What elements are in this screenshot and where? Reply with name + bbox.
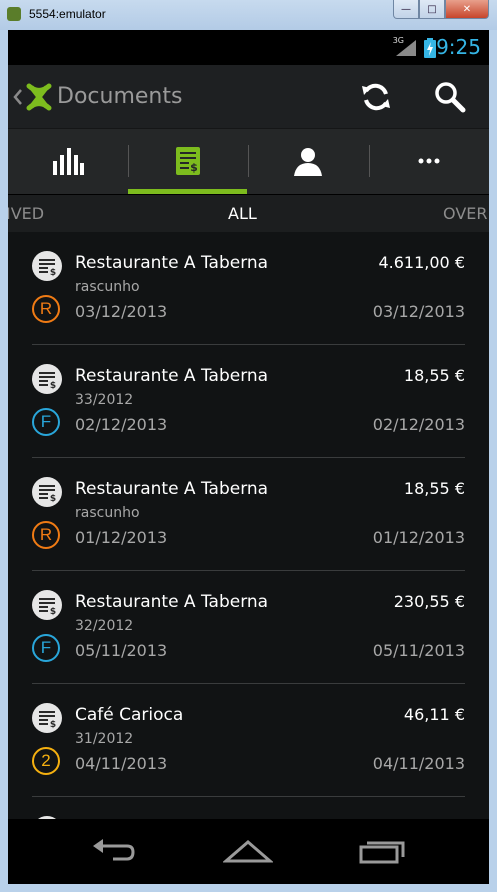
close-button[interactable]: ✕: [445, 0, 489, 19]
tab-contacts[interactable]: [248, 129, 368, 193]
window-controls: — □ ✕: [393, 0, 489, 20]
search-icon: [435, 82, 466, 113]
page-title: Documents: [57, 84, 183, 109]
document-row[interactable]: $2 Café Carioca 31/2012 04/11/2013 46,11 € 04…: [8, 684, 489, 797]
maximize-button[interactable]: □: [419, 0, 445, 19]
document-amount: 46,11 €: [403, 705, 465, 724]
document-row[interactable]: $ R Restaurante A Taberna rascunho 03/12/201…: [8, 232, 489, 345]
document-client-name: Restaurante A Taberna: [75, 366, 269, 386]
window-title-bar: 5554:emulator — □ ✕: [0, 0, 497, 30]
app-logo-icon: [26, 83, 52, 111]
refresh-button[interactable]: [356, 77, 396, 117]
tab-stats[interactable]: [8, 129, 128, 193]
svg-text:$: $: [50, 720, 56, 730]
svg-text:$: $: [50, 607, 56, 617]
document-status-badge: R: [32, 521, 60, 549]
battery-icon: [424, 38, 436, 58]
document-due-date: 02/12/2013: [372, 415, 465, 434]
back-chevron-icon: [13, 89, 22, 105]
document-type-icon: $: [32, 590, 62, 620]
document-reference: 31/2012: [75, 731, 134, 747]
back-icon: [93, 839, 135, 861]
person-icon: [294, 148, 322, 176]
document-due-date: 05/11/2013: [372, 641, 465, 660]
recent-apps-icon: [359, 841, 405, 864]
filter-all[interactable]: ALL: [228, 204, 257, 223]
document-client-name: Restaurante A Taberna: [75, 592, 269, 612]
document-reference: rascunho: [75, 279, 140, 295]
emulator-app-icon: [7, 7, 21, 21]
document-status-badge: R: [32, 295, 60, 323]
home-button[interactable]: [208, 826, 288, 876]
recent-apps-button[interactable]: [343, 826, 423, 876]
document-date: 01/12/2013: [75, 528, 168, 547]
emulator-screen: 3G 9:25 Documents $ IVED ALL OVER $ R Re…: [8, 30, 489, 884]
action-bar: Documents: [8, 65, 489, 128]
document-row[interactable]: $ F Restaurante A Taberna 33/2012 02/12/2013…: [8, 345, 489, 458]
document-date: 02/12/2013: [75, 415, 168, 434]
document-client-name: Restaurante A Taberna: [75, 479, 269, 499]
document-due-date: 01/12/2013: [372, 528, 465, 547]
signal-icon: [396, 40, 416, 56]
document-date: 03/12/2013: [75, 302, 168, 321]
document-date: 04/11/2013: [75, 754, 168, 773]
document-amount: 230,55 €: [393, 592, 465, 611]
document-reference: 32/2012: [75, 618, 134, 634]
back-button[interactable]: [74, 826, 154, 876]
document-reference: 33/2012: [75, 392, 134, 408]
document-amount: 18,55 €: [403, 479, 465, 498]
filter-bar: IVED ALL OVER: [8, 194, 489, 234]
document-status-badge: 2: [32, 747, 60, 775]
document-row[interactable]: $ R Restaurante A Taberna rascunho 01/12/201…: [8, 458, 489, 571]
svg-text:$: $: [50, 268, 56, 278]
invoice-document-icon: $: [176, 147, 200, 175]
document-row-partial[interactable]: $: [8, 797, 489, 819]
bar-chart-icon: [53, 148, 84, 175]
window-bottom-border: [0, 884, 497, 892]
status-bar: 3G 9:25: [8, 30, 489, 65]
home-icon: [223, 840, 273, 863]
tab-documents[interactable]: $: [128, 129, 248, 193]
svg-text:$: $: [190, 161, 198, 174]
document-client-name: Restaurante A Taberna: [75, 253, 269, 273]
document-type-icon: $: [32, 364, 62, 394]
document-amount: 4.611,00 €: [378, 253, 465, 272]
svg-text:$: $: [50, 494, 56, 504]
more-dots-icon: [418, 158, 440, 164]
document-due-date: 04/11/2013: [372, 754, 465, 773]
window-title: 5554:emulator: [29, 7, 106, 21]
document-list: $ R Restaurante A Taberna rascunho 03/12/201…: [8, 232, 489, 819]
document-date: 05/11/2013: [75, 641, 168, 660]
filter-archived[interactable]: IVED: [8, 204, 44, 223]
app-logo-up-button[interactable]: [13, 83, 53, 111]
document-row[interactable]: $ F Restaurante A Taberna 32/2012 05/11/2013…: [8, 571, 489, 684]
document-amount: 18,55 €: [403, 366, 465, 385]
minimize-button[interactable]: —: [393, 0, 419, 19]
refresh-icon: [362, 83, 390, 111]
document-type-icon: $: [32, 251, 62, 281]
document-reference: rascunho: [75, 505, 140, 521]
tab-more[interactable]: [369, 129, 489, 193]
tab-bar: $: [8, 128, 489, 195]
document-client-name: Café Carioca: [75, 705, 184, 725]
document-status-badge: F: [32, 408, 60, 436]
document-type-icon: $: [32, 477, 62, 507]
navigation-bar: [8, 819, 489, 884]
document-type-icon: $: [32, 703, 62, 733]
search-button[interactable]: [430, 77, 470, 117]
svg-text:$: $: [50, 381, 56, 391]
filter-overdue[interactable]: OVER: [443, 204, 487, 223]
document-due-date: 03/12/2013: [372, 302, 465, 321]
document-status-badge: F: [32, 634, 60, 662]
status-time: 9:25: [436, 35, 481, 59]
